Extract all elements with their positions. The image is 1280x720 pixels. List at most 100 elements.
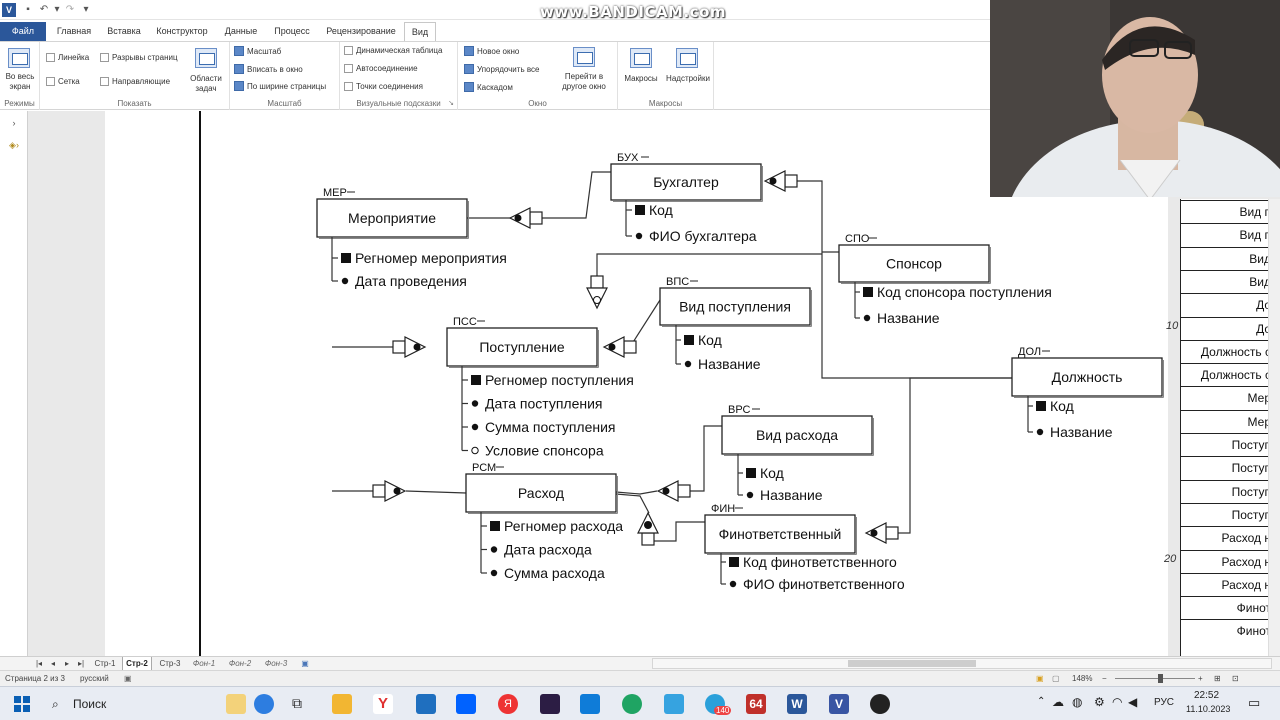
checkbox-icon[interactable] xyxy=(100,77,109,86)
tray-chevron-icon[interactable]: ⌃ xyxy=(1037,696,1045,707)
windows-start-icon[interactable] xyxy=(12,694,32,714)
next-page-icon[interactable]: ▸ xyxy=(62,658,72,670)
onedrive-icon[interactable]: ☁ xyxy=(1052,695,1064,709)
zoom-in-icon[interactable]: + xyxy=(1198,673,1203,685)
zoom-slider[interactable] xyxy=(1115,678,1195,679)
prev-page-icon[interactable]: ◂ xyxy=(48,658,58,670)
taskbar-search-box[interactable]: Поиск xyxy=(73,697,106,711)
addins-icon[interactable] xyxy=(676,48,698,68)
page-breaks-checkbox[interactable]: Разрывы страниц xyxy=(100,53,178,62)
zoom-level[interactable]: 148% xyxy=(1072,673,1092,685)
fit-page-icon[interactable]: ▣ xyxy=(1036,673,1044,685)
table-row[interactable]: Поступ xyxy=(1181,502,1280,526)
undo-icon[interactable]: ↶ xyxy=(38,3,50,17)
addins-button[interactable]: Надстройки xyxy=(662,74,714,84)
new-window-button[interactable]: Новое окно xyxy=(464,46,519,56)
task-panes-icon[interactable] xyxy=(195,48,217,68)
tab-data[interactable]: Данные xyxy=(220,22,262,41)
page-indicator[interactable]: Страница 2 из 3 xyxy=(5,673,65,685)
task-view-icon[interactable]: ⧉ xyxy=(292,695,302,712)
first-page-icon[interactable]: |◂ xyxy=(34,658,44,670)
horizontal-scroll-thumb[interactable] xyxy=(848,660,976,667)
tray-app-icon[interactable]: ◍ xyxy=(1072,695,1082,709)
full-screen-status-icon[interactable]: ▢ xyxy=(1052,673,1060,685)
table-row[interactable]: Поступ xyxy=(1181,433,1280,456)
wifi-icon[interactable]: ◠ xyxy=(1112,695,1122,709)
word-icon[interactable]: W xyxy=(787,694,807,714)
page-tab-2[interactable]: Стр-2 xyxy=(122,657,152,670)
fit-to-window-button[interactable]: Вписать в окно xyxy=(234,64,303,74)
tab-review[interactable]: Рецензирование xyxy=(323,22,399,41)
dropbox-icon[interactable] xyxy=(456,694,476,714)
redo-icon[interactable]: ↷ xyxy=(64,3,76,17)
save-icon[interactable]: ▪ xyxy=(22,3,34,17)
table-row[interactable]: Вид п xyxy=(1181,223,1280,246)
widgets-icon[interactable] xyxy=(254,694,274,714)
table-row[interactable]: Мер xyxy=(1181,409,1280,433)
switch-windows-button[interactable]: Перейти в другое окно xyxy=(550,72,618,92)
guides-checkbox[interactable]: Направляющие xyxy=(100,77,170,86)
search-icon[interactable]: ⌕ xyxy=(52,697,59,712)
fullscreen-button[interactable]: Во весь экран xyxy=(0,72,40,92)
dialog-launcher-icon[interactable]: ↘ xyxy=(448,99,454,107)
zoom-out-icon[interactable]: − xyxy=(1102,673,1107,685)
undo-dropdown-icon[interactable]: ▾ xyxy=(52,3,62,17)
autoconnect-checkbox[interactable]: Автосоединение xyxy=(344,64,418,73)
bandicam-icon[interactable] xyxy=(870,694,890,714)
macro-record-icon[interactable]: ▣ xyxy=(124,673,132,685)
dynamic-grid-checkbox[interactable]: Динамическая таблица xyxy=(344,46,442,55)
app-icon[interactable] xyxy=(540,694,560,714)
connection-points-checkbox[interactable]: Точки соединения xyxy=(344,82,423,91)
cascade-button[interactable]: Каскадом xyxy=(464,82,513,92)
volume-icon[interactable]: ◀ xyxy=(1128,695,1137,709)
table-row[interactable]: Мер xyxy=(1181,386,1280,409)
tab-insert[interactable]: Вставка xyxy=(103,22,145,41)
table-row[interactable]: Вид xyxy=(1181,269,1280,293)
expand-pane-icon[interactable]: › xyxy=(4,115,24,131)
background-tab-2[interactable]: Фон-2 xyxy=(226,657,254,670)
table-row[interactable]: Финот xyxy=(1181,596,1280,619)
clock-time[interactable]: 22:52 xyxy=(1194,690,1219,701)
zoom-button[interactable]: Масштаб xyxy=(234,46,281,56)
background-tab-1[interactable]: Фон-1 xyxy=(190,657,218,670)
input-language[interactable]: РУС xyxy=(1154,697,1174,708)
checkbox-icon[interactable] xyxy=(344,82,353,91)
tab-home[interactable]: Главная xyxy=(52,22,96,41)
yandex-browser-icon[interactable]: Y xyxy=(373,694,393,714)
settings-tray-icon[interactable]: ⚙ xyxy=(1094,695,1105,709)
switch-windows-icon[interactable] xyxy=(573,47,595,67)
table-row[interactable]: Финот xyxy=(1181,619,1280,642)
edge-icon[interactable] xyxy=(622,694,642,714)
page-tab-1[interactable]: Стр-1 xyxy=(92,657,118,670)
table-row[interactable]: До xyxy=(1181,293,1280,316)
checkbox-icon[interactable] xyxy=(344,46,353,55)
arrange-all-button[interactable]: Упорядочить все xyxy=(464,64,539,74)
background-tab-3[interactable]: Фон-3 xyxy=(262,657,290,670)
visio-icon[interactable]: V xyxy=(2,3,16,17)
tab-process[interactable]: Процесс xyxy=(268,22,316,41)
yandex-icon[interactable]: Я xyxy=(498,694,518,714)
visio-taskbar-icon[interactable]: V xyxy=(829,694,849,714)
checkbox-icon[interactable] xyxy=(100,53,109,62)
ruler-checkbox[interactable]: Линейка xyxy=(46,53,89,62)
zoom-slider-thumb[interactable] xyxy=(1158,674,1163,683)
tab-view[interactable]: Вид xyxy=(404,22,436,41)
customize-icon[interactable]: ▾ xyxy=(80,3,92,17)
table-row[interactable]: До xyxy=(1181,316,1280,340)
tab-design[interactable]: Конструктор xyxy=(152,22,212,41)
pan-zoom-icon[interactable]: ⊡ xyxy=(1232,673,1239,685)
task-panes-button[interactable]: Области задач xyxy=(183,74,229,94)
grid-checkbox[interactable]: Сетка xyxy=(46,77,80,86)
insert-page-icon[interactable]: ▣ xyxy=(300,658,310,670)
vertical-scrollbar[interactable] xyxy=(1268,199,1280,656)
store-icon[interactable] xyxy=(580,694,600,714)
table-row[interactable]: Должность с xyxy=(1181,339,1280,363)
fit-window-status-icon[interactable]: ⊞ xyxy=(1214,673,1221,685)
app-64-icon[interactable]: 64 xyxy=(746,694,766,714)
macros-icon[interactable] xyxy=(630,48,652,68)
clock-date[interactable]: 11.10.2023 xyxy=(1186,704,1230,714)
checkbox-icon[interactable] xyxy=(344,64,353,73)
checkbox-icon[interactable] xyxy=(46,77,55,86)
last-page-icon[interactable]: ▸| xyxy=(76,658,86,670)
language-indicator[interactable]: русский xyxy=(80,673,109,685)
